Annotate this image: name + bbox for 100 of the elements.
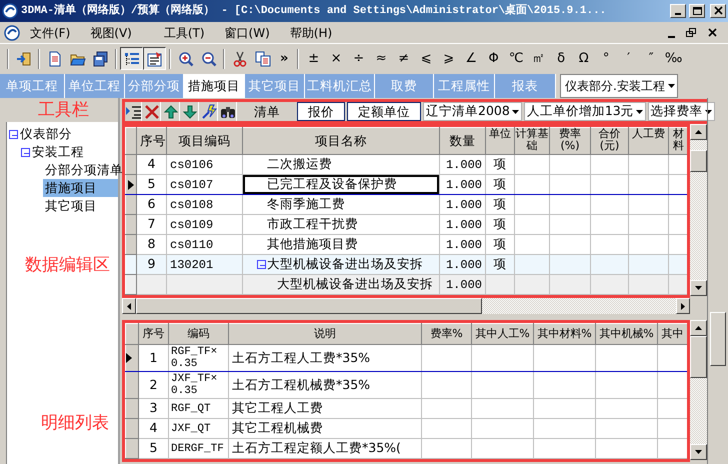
overflow-chevron[interactable]: »	[274, 48, 294, 68]
menu-item[interactable]: 窗口(W)	[214, 24, 280, 42]
column-header: 其中人工%	[472, 324, 534, 344]
column-header: 序号	[136, 128, 166, 154]
table-cell: 9	[136, 254, 166, 274]
tree-item[interactable]: 仪表部分	[18, 124, 74, 144]
delete-icon	[144, 104, 160, 120]
cell-text: 大型机械设备进出场及安拆	[267, 256, 423, 274]
table-cell: cs0106	[166, 154, 242, 174]
row-pointer-icon	[128, 180, 134, 190]
symbol-button[interactable]: ±	[302, 47, 325, 70]
symbol-button[interactable]: ⩾	[437, 47, 460, 70]
dropdown[interactable]: 辽宁清单2008	[423, 102, 522, 121]
menu-item[interactable]: 工具(T)	[154, 24, 215, 42]
table-cell: 1.000	[440, 214, 486, 234]
table-cell: 项	[486, 214, 514, 234]
toolbar-button[interactable]: 定额单位	[347, 102, 421, 121]
table-cell: DERGF_TF	[168, 438, 228, 458]
tree-item[interactable]: 措施项目	[43, 178, 118, 198]
table-cell: 1.000	[440, 174, 486, 194]
restore-icon	[685, 27, 697, 38]
column-header: 计算基础	[514, 128, 550, 154]
symbol-button[interactable]: ″	[640, 47, 662, 70]
table-cell: 5	[138, 438, 168, 458]
app-logo-icon	[2, 3, 18, 19]
scroll-down-button[interactable]	[690, 280, 707, 296]
down-triangle-icon	[695, 286, 702, 290]
table-cell[interactable]: 市政工程干扰费	[242, 214, 440, 234]
tab[interactable]: 措施项目	[184, 74, 245, 98]
table-cell: RGF_QT	[168, 398, 228, 418]
toolbar-button[interactable]	[143, 47, 166, 70]
table-cell[interactable]: 冬雨季施工费	[242, 194, 440, 214]
symbol-button[interactable]: ⩽	[414, 47, 438, 70]
form-icon	[146, 50, 162, 66]
symbol-button[interactable]: ×	[324, 47, 348, 70]
caret-icon	[668, 84, 675, 88]
table-cell: JXF_QT	[168, 418, 228, 438]
left-triangle-icon	[127, 302, 131, 310]
tree-item[interactable]: 分部分项清单	[43, 160, 125, 180]
table-cell: 土石方工程人工费*35%	[228, 344, 422, 372]
close-icon	[707, 27, 719, 38]
symbol-button[interactable]: δ	[550, 47, 572, 70]
minimize-button[interactable]	[670, 4, 686, 18]
close-button[interactable]	[710, 4, 726, 18]
table-cell: RGF_TF×0.35	[168, 344, 228, 372]
symbol-button[interactable]: Ω	[572, 47, 595, 70]
table-cell: 项	[486, 194, 514, 214]
scrollbar-thumb[interactable]	[690, 150, 707, 172]
right-triangle-icon	[681, 302, 685, 310]
dropdown-value: 选择费率	[650, 102, 703, 120]
vertical-scrollbar[interactable]	[690, 124, 707, 296]
symbol-button[interactable]: ÷	[347, 47, 370, 70]
toolbar-button[interactable]	[120, 47, 143, 70]
tree-item[interactable]: 其它项目	[43, 196, 99, 216]
table-cell[interactable]: 大型机械设备进出场及安拆	[242, 274, 440, 294]
symbol-button[interactable]: ′	[617, 47, 640, 70]
close-icon	[712, 6, 724, 16]
symbol-button[interactable]: ≈	[370, 47, 392, 70]
table-cell[interactable]: 二次搬运费	[242, 154, 440, 174]
column-header: 其中	[658, 324, 687, 344]
scrollbar-thumb[interactable]	[136, 298, 482, 314]
unit-dropdown[interactable]: 仪表部分.安装工程	[560, 74, 678, 98]
menu-item[interactable]: 视图(V)	[80, 24, 142, 42]
menu-item[interactable]: 文件(F)	[20, 24, 80, 42]
scissors-icon	[232, 50, 248, 66]
horizontal-scrollbar[interactable]	[122, 298, 690, 314]
scrollbar-thumb[interactable]	[690, 336, 707, 378]
toolbar-button[interactable]: 报价	[297, 102, 345, 121]
collapse-icon[interactable]	[9, 130, 18, 138]
column-header: 项目编码	[166, 128, 242, 154]
symbol-button[interactable]: ∠	[460, 47, 482, 70]
scroll-right-button[interactable]	[676, 298, 690, 314]
maximize-button[interactable]	[689, 4, 705, 18]
annotation-label: 数据编辑区	[24, 254, 111, 277]
collapse-icon[interactable]	[21, 148, 30, 156]
collapse-icon[interactable]	[257, 260, 266, 269]
row-pointer-icon	[126, 353, 132, 363]
symbol-button[interactable]: ≠	[392, 47, 415, 70]
scroll-down-button[interactable]	[690, 444, 707, 460]
vertical-scrollbar[interactable]	[690, 320, 707, 460]
symbol-button[interactable]: ‰	[662, 47, 685, 70]
tree-item[interactable]: 安装工程	[30, 142, 86, 162]
table-cell: cs0108	[166, 194, 242, 214]
lightning-icon	[201, 104, 217, 120]
scrollbar-thumb[interactable]	[710, 312, 726, 366]
annotation-label: 工具栏	[37, 99, 90, 122]
scroll-left-button[interactable]	[122, 298, 136, 314]
table-cell: 2	[138, 372, 168, 398]
column-header: 人工费	[628, 128, 668, 154]
menu-item[interactable]: 帮助(H)	[280, 24, 342, 42]
dropdown[interactable]: 选择费率	[648, 102, 715, 121]
symbol-button[interactable]: ℃	[504, 47, 528, 70]
symbol-button[interactable]: ㎡	[527, 47, 550, 70]
table-cell[interactable]: 已完工程及设备保护费	[242, 174, 440, 194]
table-cell: 项	[486, 174, 514, 194]
symbol-button[interactable]: °	[594, 47, 618, 70]
scroll-up-button[interactable]	[690, 124, 707, 140]
toolbar-button[interactable]: 清单	[239, 102, 295, 121]
symbol-button[interactable]: Φ	[482, 47, 505, 70]
scroll-up-button[interactable]	[690, 320, 707, 336]
